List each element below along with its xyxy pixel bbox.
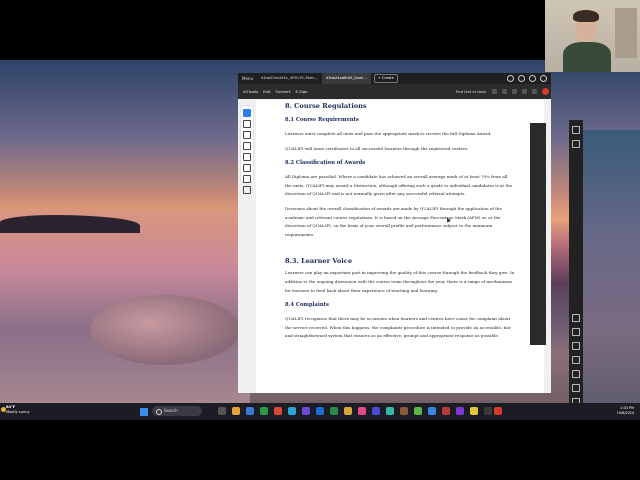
paragraph: QUALIFI will issue certificates to all s… xyxy=(285,145,469,151)
profile-icon[interactable] xyxy=(540,75,547,82)
scroll-up-icon[interactable] xyxy=(572,328,580,336)
chrome-icon[interactable] xyxy=(260,407,268,415)
tab-document-1[interactable]: d3da25a1d45c_4FE0-PC-Main... xyxy=(257,73,322,84)
create-button[interactable]: + Create xyxy=(373,74,398,83)
right-side-panel xyxy=(569,120,583,420)
edit-tab[interactable]: Edit xyxy=(263,89,270,94)
right-scroll-panel[interactable] xyxy=(530,123,546,345)
comment-icon[interactable] xyxy=(243,120,251,128)
app-icon-1[interactable] xyxy=(274,407,282,415)
scroll-down-icon[interactable] xyxy=(572,342,580,350)
page-thumbnails-icon[interactable] xyxy=(572,126,580,134)
refresh-icon[interactable] xyxy=(572,356,580,364)
sign-icon[interactable] xyxy=(243,164,251,172)
clock-date: 10/8/2024 xyxy=(616,410,634,415)
paragraph: Learners can play an important part in i… xyxy=(285,270,515,293)
paragraph: Decisions about the overall classificati… xyxy=(285,205,502,237)
tab-bar: Menu d3da25a1d45c_4FE0-PC-Main... d3da24… xyxy=(238,73,551,84)
pdf-page: 8. Course Regulations 8.1 Course Requirem… xyxy=(256,100,544,393)
paragraph: All Diploma are pass/fail. Where a candi… xyxy=(285,174,513,197)
webcam-background-shelf xyxy=(615,8,637,58)
app-icon-9[interactable] xyxy=(456,407,464,415)
outlook-icon[interactable] xyxy=(316,407,324,415)
wallpaper-cliff xyxy=(0,215,140,233)
menu-button[interactable]: Menu xyxy=(238,76,257,81)
task-view-icon[interactable] xyxy=(218,407,226,415)
app-icon-6[interactable] xyxy=(400,407,408,415)
highlight-icon[interactable] xyxy=(243,131,251,139)
system-clock[interactable]: 2:03 PM 10/8/2024 xyxy=(606,406,634,415)
app-icon-5[interactable] xyxy=(386,407,394,415)
file-explorer-icon[interactable] xyxy=(232,407,240,415)
app-icon-11[interactable] xyxy=(484,407,492,415)
subsection-heading: 8.4 Complaints xyxy=(285,302,329,309)
find-tools-search[interactable]: Find text or tools xyxy=(456,90,486,94)
search-icon xyxy=(156,409,162,415)
text-icon[interactable] xyxy=(243,153,251,161)
search-label: Search xyxy=(164,408,178,413)
app-icon-3[interactable] xyxy=(358,407,366,415)
teams-icon[interactable] xyxy=(302,407,310,415)
select-cursor-icon[interactable] xyxy=(243,109,251,117)
notifications-icon[interactable] xyxy=(518,75,525,82)
esign-tab[interactable]: E-Sign xyxy=(295,89,307,94)
acrobat-window: Menu d3da25a1d45c_4FE0-PC-Main... d3da24… xyxy=(238,73,551,393)
pdf-content: 8. Course Regulations 8.1 Course Requirem… xyxy=(285,102,515,347)
draw-icon[interactable] xyxy=(243,142,251,150)
weather-widget[interactable]: 84°F Mostly sunny xyxy=(6,405,30,414)
more-tools-icon[interactable] xyxy=(243,186,251,194)
app-icon-7[interactable] xyxy=(414,407,422,415)
ai-assistant-icon[interactable] xyxy=(542,88,549,95)
windows-start-icon[interactable] xyxy=(140,408,148,416)
fit-page-icon[interactable] xyxy=(572,370,580,378)
webcam-person-hair xyxy=(573,10,599,22)
app-icon-10[interactable] xyxy=(470,407,478,415)
wallpaper-right-strip xyxy=(583,130,640,420)
zoom-in-icon[interactable] xyxy=(572,384,580,392)
app-icon-2[interactable] xyxy=(344,407,352,415)
share-icon[interactable] xyxy=(512,89,517,94)
excel-icon[interactable] xyxy=(330,407,338,415)
section-heading: 8.3. Learner Voice xyxy=(285,257,353,266)
taskbar-search[interactable]: Search xyxy=(152,406,202,416)
print-icon[interactable] xyxy=(502,89,507,94)
all-tools-tab[interactable]: All tools xyxy=(243,89,258,94)
bookmarks-icon[interactable] xyxy=(572,140,580,148)
page-number-icon[interactable] xyxy=(572,314,580,322)
mail-icon[interactable] xyxy=(532,89,537,94)
paragraph: QUALIFI recognises that there may be occ… xyxy=(285,316,511,339)
desktop-screen: Menu d3da25a1d45c_4FE0-PC-Main... d3da24… xyxy=(0,60,640,420)
main-toolbar: All tools Edit Convert E-Sign Find text … xyxy=(238,84,551,99)
app-icon-8[interactable] xyxy=(442,407,450,415)
webcam-person-body xyxy=(563,42,611,72)
webcam-overlay xyxy=(545,0,640,72)
store-icon[interactable] xyxy=(246,407,254,415)
paragraph: Learners must complete all units and pas… xyxy=(285,131,492,136)
acrobat-taskbar-icon[interactable] xyxy=(494,407,502,415)
app-icon-4[interactable] xyxy=(372,407,380,415)
link-icon[interactable] xyxy=(522,89,527,94)
apps-icon[interactable] xyxy=(529,75,536,82)
stamp-icon[interactable] xyxy=(243,175,251,183)
weather-desc: Mostly sunny xyxy=(6,409,30,414)
word-icon[interactable] xyxy=(428,407,436,415)
convert-tab[interactable]: Convert xyxy=(275,89,290,94)
subsection-heading: 8.2 Classification of Awards xyxy=(285,160,366,167)
save-icon[interactable] xyxy=(492,89,497,94)
wallpaper-rock xyxy=(90,295,240,365)
tab-document-2[interactable]: d3da24ad8d0f_Quali... xyxy=(321,73,371,84)
subsection-heading: 8.1 Course Requirements xyxy=(285,117,359,123)
quick-tools-panel xyxy=(241,106,253,194)
taskbar: 84°F Mostly sunny Search 2:03 PM 10/8/20… xyxy=(0,403,640,420)
section-heading: 8. Course Regulations xyxy=(285,102,367,110)
edge-icon[interactable] xyxy=(288,407,296,415)
help-icon[interactable] xyxy=(507,75,514,82)
